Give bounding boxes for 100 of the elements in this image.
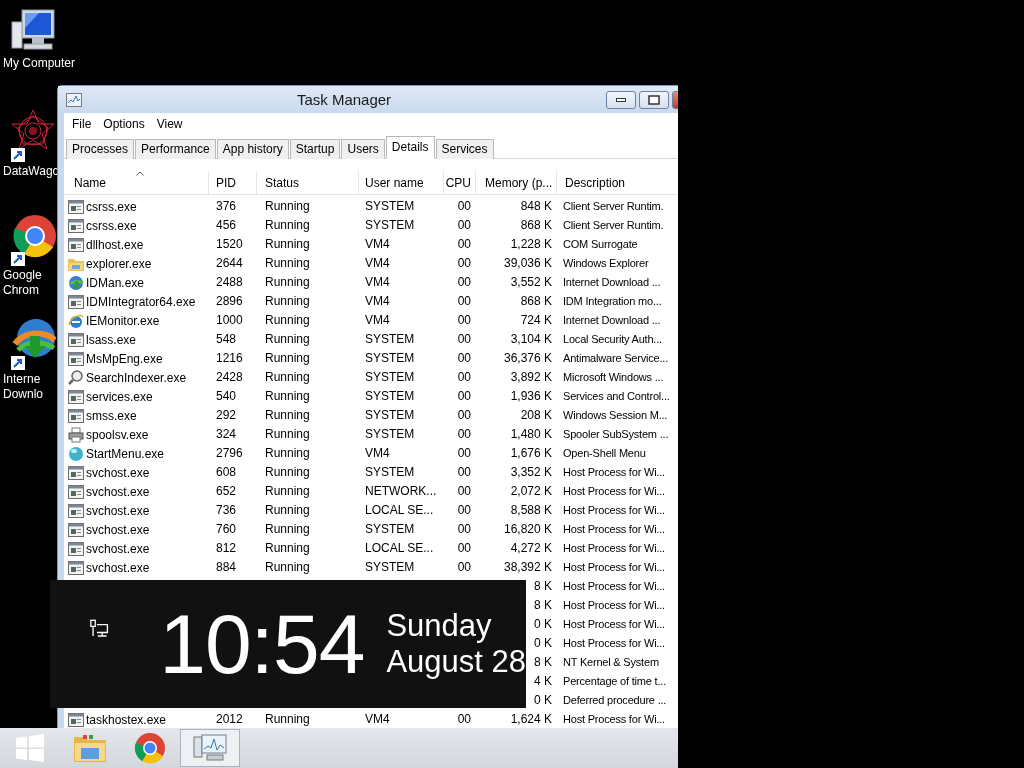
table-cell-text: 376	[215, 198, 238, 215]
process-name: svchost.exe	[86, 465, 150, 480]
table-cell-text: Running	[264, 255, 311, 272]
column-header[interactable]: User name	[359, 171, 444, 194]
process-name: smss.exe	[86, 408, 137, 423]
process-name: IDMIntegrator64.exe	[86, 294, 196, 309]
table-cell-text: 00	[457, 350, 472, 367]
table-cell-text: 00	[457, 426, 472, 443]
column-header[interactable]: CPU	[444, 171, 476, 194]
table-cell-text: Running	[264, 426, 311, 443]
table-cell-text: 00	[457, 274, 472, 291]
table-cell-text: 608	[215, 464, 238, 481]
table-cell-text: Antimalware Service...	[562, 351, 670, 366]
tab[interactable]: Users	[341, 139, 385, 159]
table-cell-text: 00	[457, 483, 472, 500]
process-name: dllhost.exe	[86, 237, 144, 252]
table-cell-text: 3,552 K	[510, 274, 553, 291]
tab[interactable]: Processes	[66, 139, 135, 159]
table-cell-text: 2896	[215, 293, 244, 310]
table-cell-text: 1000	[215, 312, 244, 329]
table-cell-text: Running	[264, 331, 311, 348]
table-cell-text: 760	[215, 521, 238, 538]
table-cell-text: 2428	[215, 369, 244, 386]
menu-item[interactable]: Options	[97, 117, 151, 131]
table-cell-text: VM4	[364, 255, 391, 272]
process-name: spoolsv.exe	[86, 427, 149, 442]
clock-date: August 28	[386, 644, 526, 680]
table-cell-text: Internet Download ...	[562, 313, 662, 328]
table-cell-text: 38,392 K	[503, 559, 553, 576]
column-header[interactable]: Status	[257, 171, 359, 194]
menu-item[interactable]: View	[150, 117, 189, 131]
table-cell-text: 3,352 K	[510, 464, 553, 481]
table-cell-text: 8 K	[534, 597, 553, 614]
table-cell-text: Running	[264, 350, 311, 367]
tab[interactable]: Services	[435, 139, 494, 159]
table-cell-text: 8 K	[534, 578, 553, 595]
table-cell-text: 2488	[215, 274, 244, 291]
column-header[interactable]: PID	[209, 171, 257, 194]
table-cell-text: 0 K	[534, 692, 553, 709]
icon-label: DataWagc	[2, 164, 59, 179]
table-cell-text: COM Surrogate	[562, 237, 639, 252]
tab[interactable]: App history	[216, 139, 289, 159]
table-cell-text: 1,228 K	[510, 236, 553, 253]
icon-label: Interne	[2, 372, 41, 387]
table-cell-text: Running	[264, 274, 311, 291]
table-cell-text: 1,936 K	[510, 388, 553, 405]
table-cell-text: VM4	[364, 312, 391, 329]
table-cell-text: 00	[457, 559, 472, 576]
table-cell-text: Running	[264, 521, 311, 538]
table-cell-text: Host Process for Wi...	[562, 503, 666, 518]
table-cell-text: SYSTEM	[364, 369, 416, 386]
icon-label: Google	[2, 268, 42, 283]
table-cell-text: 324	[215, 426, 238, 443]
table-cell-text: SYSTEM	[364, 350, 416, 367]
table-cell-text: 00	[457, 521, 472, 538]
table-cell-text: Host Process for Wi...	[562, 617, 666, 632]
tab[interactable]: Performance	[135, 139, 216, 159]
table-cell-text: 884	[215, 559, 238, 576]
table-cell-text: Running	[264, 407, 311, 424]
table-cell-text: VM4	[364, 274, 391, 291]
table-cell-text: Running	[264, 293, 311, 310]
process-name: IEMonitor.exe	[86, 313, 160, 328]
tab[interactable]: Details	[385, 136, 435, 159]
table-cell-text: 2644	[215, 255, 244, 272]
table-cell-text: Host Process for Wi...	[562, 598, 666, 613]
table-cell-text: Deferred procedure ...	[562, 693, 668, 708]
table-cell-text: SYSTEM	[364, 217, 416, 234]
column-header[interactable]: Name	[64, 171, 209, 194]
table-cell-text: 2796	[215, 445, 244, 462]
table-cell-text: LOCAL SE...	[364, 502, 435, 519]
table-cell-text: Running	[264, 559, 311, 576]
icon-label: My Computer	[2, 56, 76, 71]
menu-item[interactable]: File	[66, 117, 98, 131]
table-cell-text: Running	[264, 198, 311, 215]
table-cell-text: 4 K	[534, 673, 553, 690]
icon-label: Chrom	[2, 283, 39, 298]
table-cell-text: Windows Session M...	[562, 408, 669, 423]
table-cell-text: 1,480 K	[510, 426, 553, 443]
process-name: svchost.exe	[86, 484, 150, 499]
table-cell-text: SYSTEM	[364, 198, 416, 215]
process-name: MsMpEng.exe	[86, 351, 163, 366]
table-cell-text: SYSTEM	[364, 521, 416, 538]
table-cell-text: Running	[264, 464, 311, 481]
table-cell-text: Running	[264, 502, 311, 519]
table-cell-text: Internet Download ...	[562, 275, 662, 290]
tab[interactable]: Startup	[289, 139, 341, 159]
table-cell-text: Host Process for Wi...	[562, 522, 666, 537]
table-cell-text: Services and Control...	[562, 389, 671, 404]
column-header[interactable]: Memory (p...	[476, 171, 557, 194]
table-cell-text: SYSTEM	[364, 407, 416, 424]
table-cell-text: Running	[264, 711, 311, 728]
table-cell-text: 00	[457, 502, 472, 519]
table-cell-text: Running	[264, 369, 311, 386]
table-cell-text: VM4	[364, 236, 391, 253]
table-cell-text: Open-Shell Menu	[562, 446, 647, 461]
table-cell-text: 2,072 K	[510, 483, 553, 500]
table-cell-text: 00	[457, 540, 472, 557]
table-cell-text: Client Server Runtim.	[562, 218, 665, 233]
table-cell-text: 868 K	[520, 217, 553, 234]
table-cell-text: Windows Explorer	[562, 256, 650, 271]
